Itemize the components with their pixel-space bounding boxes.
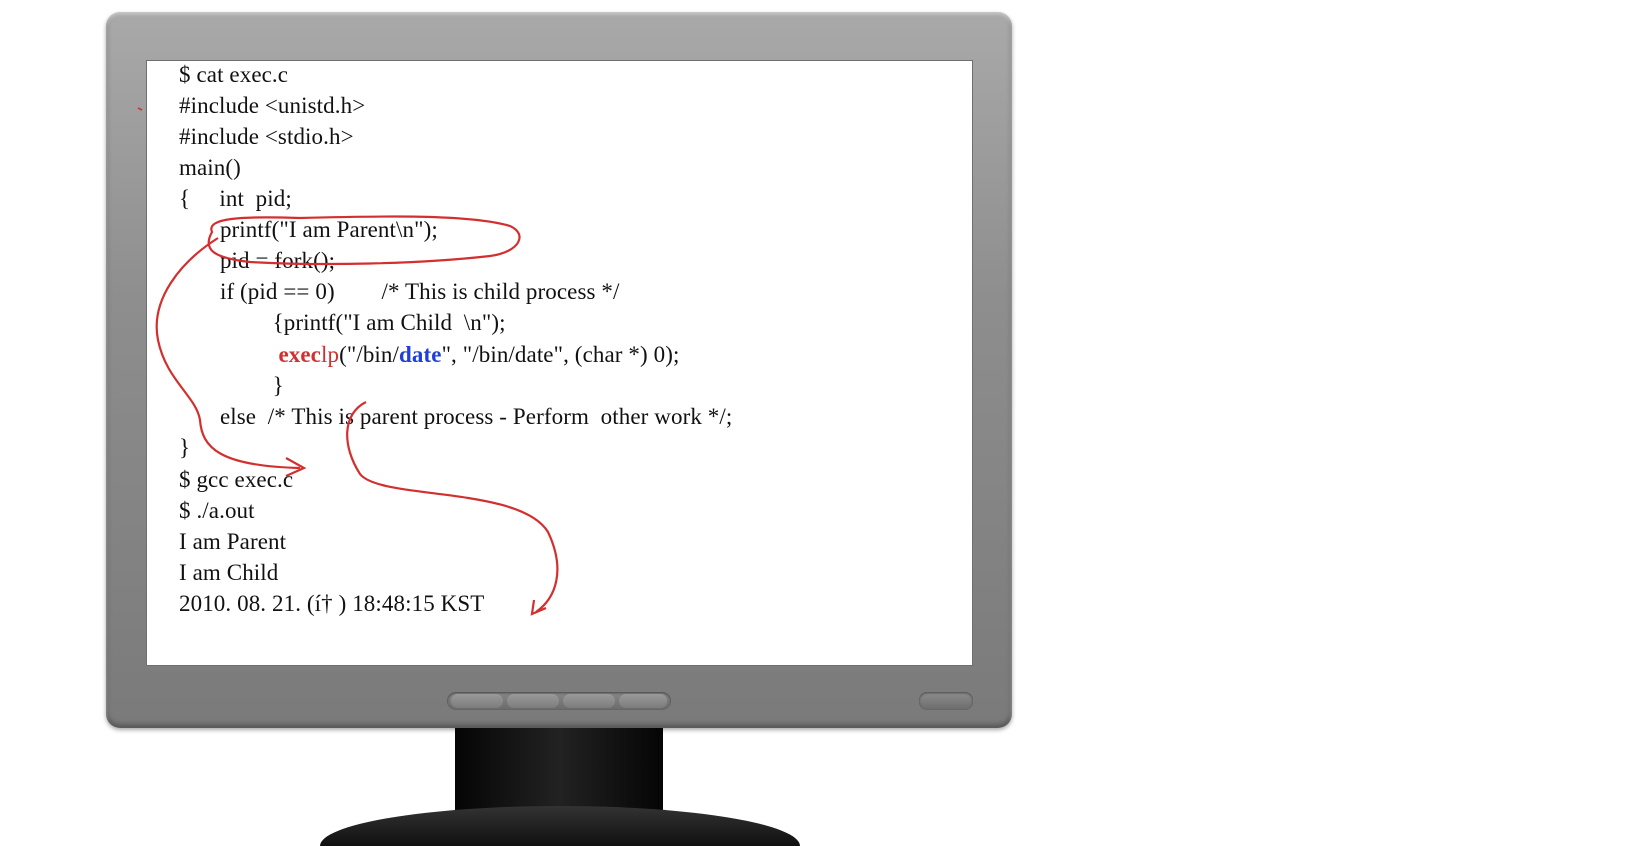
monitor-control-buttons[interactable]	[447, 692, 671, 710]
code-line-close-brace-inner: }	[179, 373, 284, 398]
code-line-gcc: $ gcc exec.c	[179, 467, 294, 492]
code-line-fork: pid = fork();	[179, 248, 336, 273]
execlp-indent	[179, 342, 278, 367]
monitor-power-button[interactable]	[919, 692, 973, 710]
execlp-arg-suffix: ", "/bin/date", (char *) 0);	[441, 342, 680, 367]
monitor-stand-base	[320, 806, 800, 846]
code-line-include-unistd: #include <unistd.h>	[179, 93, 366, 118]
code-line-else: else /* This is parent process - Perform…	[179, 404, 733, 429]
execlp-fn-rest: lp	[320, 342, 340, 367]
monitor-button-1[interactable]	[451, 694, 503, 708]
execlp-arg-date: date	[399, 342, 442, 367]
code-line-close-brace: }	[179, 435, 191, 460]
code-line-if-child: if (pid == 0) /* This is child process *…	[179, 279, 620, 304]
code-line-int-pid: { int pid;	[179, 186, 292, 211]
code-line-include-stdio: #include <stdio.h>	[179, 124, 354, 149]
execlp-arg-prefix: ("/bin/	[339, 342, 399, 367]
output-line-child: I am Child	[179, 560, 279, 585]
code-line-run: $ ./a.out	[179, 498, 255, 523]
monitor-button-3[interactable]	[563, 694, 615, 708]
monitor-screen: $ cat exec.c #include <unistd.h> #includ…	[146, 60, 973, 666]
code-line-main: main()	[179, 155, 241, 180]
code-line-printf-child: {printf("I am Child \n");	[179, 310, 506, 335]
code-line-cat: $ cat exec.c	[179, 62, 289, 87]
code-line-execlp: execlp("/bin/date", "/bin/date", (char *…	[179, 341, 679, 369]
output-line-date: 2010. 08. 21. (í† ) 18:48:15 KST	[179, 591, 485, 616]
code-line-printf-parent: printf("I am Parent\n");	[179, 217, 438, 242]
execlp-fn-bold: exec	[278, 342, 321, 367]
output-line-parent: I am Parent	[179, 529, 287, 554]
monitor-button-2[interactable]	[507, 694, 559, 708]
monitor-button-4[interactable]	[619, 694, 667, 708]
